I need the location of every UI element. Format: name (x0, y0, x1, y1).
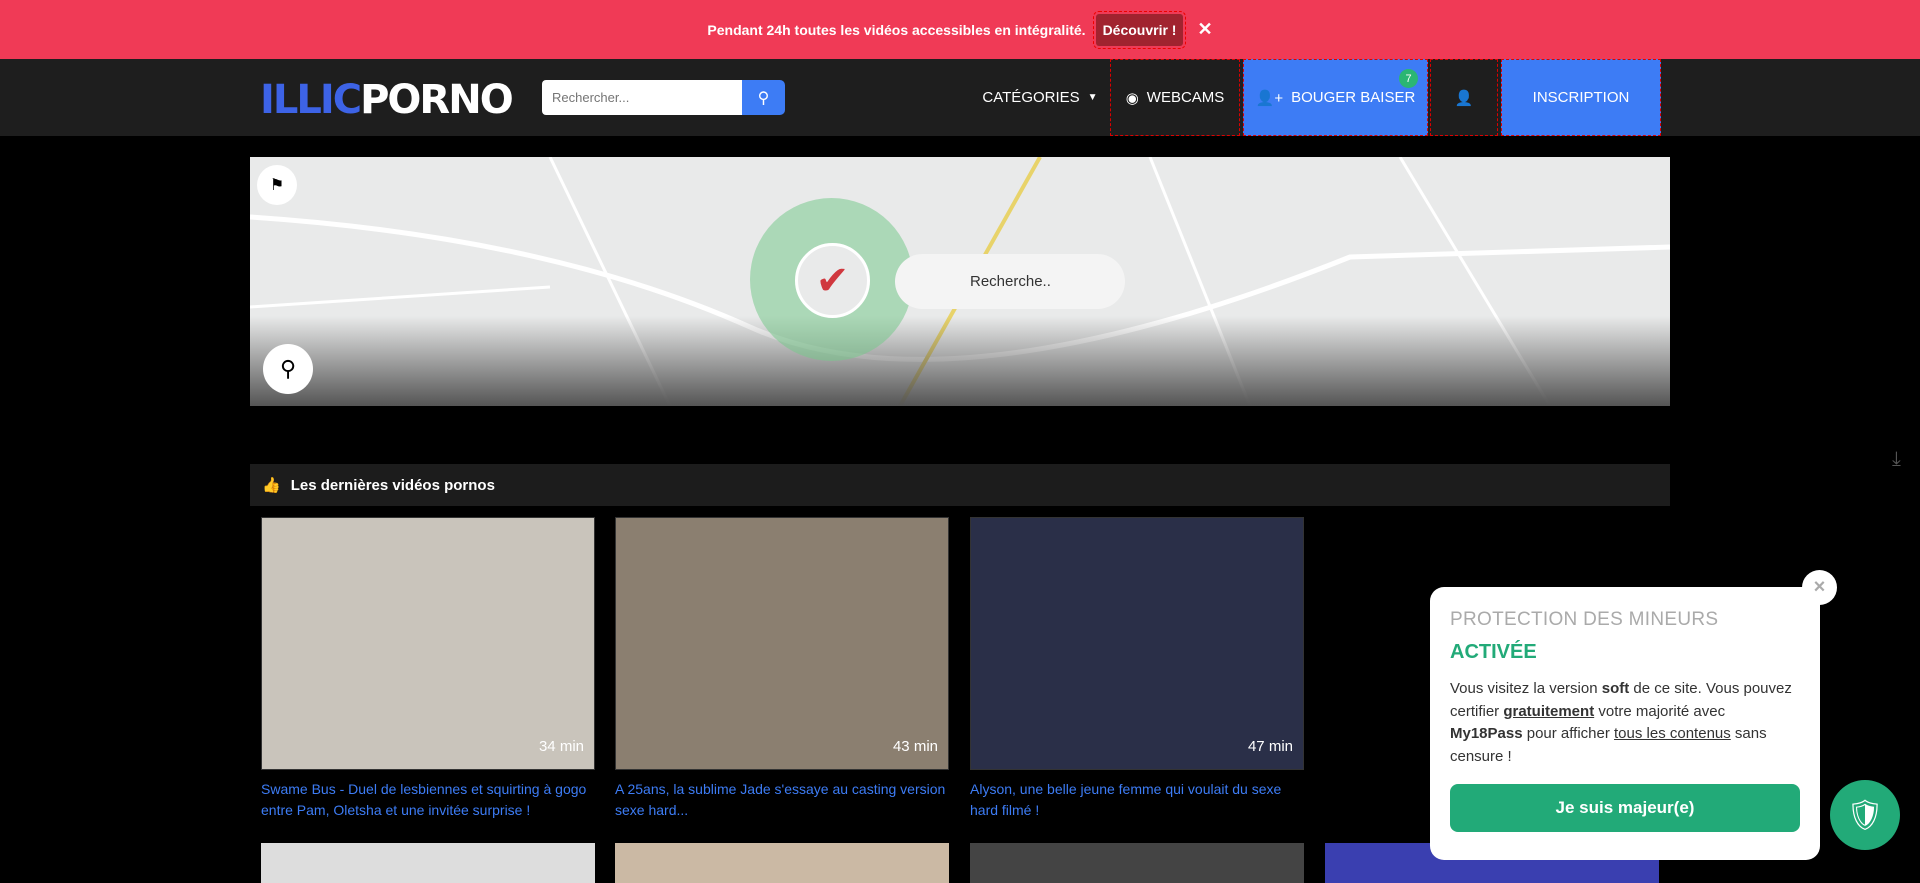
video-thumbnail[interactable] (261, 843, 595, 883)
search-form: ⚲ (542, 80, 785, 115)
caret-down-icon: ▼ (1087, 92, 1098, 103)
bouger-label: BOUGER BAISER (1291, 89, 1416, 106)
notification-badge: 7 (1399, 69, 1418, 88)
video-card[interactable]: 43 min A 25ans, la sublime Jade s'essaye… (615, 517, 949, 821)
location-pin-icon[interactable]: ✔ (795, 243, 870, 318)
promo-banner: Pendant 24h toutes les vidéos accessible… (0, 0, 1920, 59)
all-content-link[interactable]: tous les contenus (1614, 725, 1731, 742)
confirm-adult-button[interactable]: Je suis majeur(e) (1450, 784, 1800, 832)
search-icon: ⚲ (757, 89, 770, 107)
webcam-icon: ◉ (1125, 89, 1139, 107)
bouger-baiser-link[interactable]: 👤+ BOUGER BAISER 7 (1243, 59, 1428, 136)
map[interactable]: ✔ Recherche.. ⚑ ⚲ (250, 157, 1670, 406)
logo[interactable]: ILLICPORNO (260, 77, 514, 123)
video-card[interactable]: 47 min Alyson, une belle jeune femme qui… (970, 517, 1304, 821)
free-link[interactable]: gratuitement (1503, 703, 1594, 720)
inscription-button[interactable]: INSCRIPTION (1501, 59, 1661, 136)
duration: 34 min (538, 738, 584, 755)
promo-text: Pendant 24h toutes les vidéos accessible… (707, 21, 1086, 38)
account-button[interactable]: 👤 (1430, 59, 1498, 136)
flag-icon[interactable]: ⚑ (257, 165, 297, 205)
video-thumbnail[interactable]: 43 min (615, 517, 949, 770)
video-card[interactable]: 34 min Swame Bus - Duel de lesbiennes et… (261, 517, 595, 821)
video-thumbnail[interactable] (615, 843, 949, 883)
map-fade (250, 316, 1670, 406)
video-thumbnail[interactable] (970, 843, 1304, 883)
map-search-input[interactable]: Recherche.. (895, 254, 1125, 309)
webcams-link[interactable]: ◉ WEBCAMS (1110, 59, 1240, 136)
video-title[interactable]: A 25ans, la sublime Jade s'essaye au cas… (615, 779, 949, 821)
popup-heading: PROTECTION DES MINEURS (1450, 609, 1719, 630)
video-title[interactable]: Swame Bus - Duel de lesbiennes et squirt… (261, 779, 595, 821)
download-icon[interactable]: ⤓ (1892, 448, 1901, 471)
section-title: Les dernières vidéos pornos (290, 476, 495, 494)
age-protection-popup: PROTECTION DES MINEURS ACTIVÉE Vous visi… (1430, 587, 1820, 860)
user-plus-icon: 👤+ (1255, 89, 1284, 107)
popup-text: Vous visitez la version soft de ce site.… (1450, 680, 1792, 765)
navbar: ILLICPORNO ⚲ CATÉGORIES ▼ ◉ WEBCAMS 👤+ BOUG… (0, 59, 1920, 136)
zoom-search-icon[interactable]: ⚲ (263, 344, 313, 394)
user-icon: 👤 (1454, 89, 1474, 107)
thumbs-up-icon: 👍 (262, 477, 281, 494)
close-icon[interactable]: ✕ (1197, 19, 1212, 40)
shield-lock-icon[interactable]: 🛡 (1830, 780, 1900, 850)
video-thumbnail[interactable]: 47 min (970, 517, 1304, 770)
close-icon[interactable]: × (1802, 570, 1837, 605)
inscription-label: INSCRIPTION (1532, 89, 1630, 106)
video-thumbnail[interactable]: 34 min (261, 517, 595, 770)
categories-label: CATÉGORIES (982, 89, 1080, 106)
discover-button[interactable]: Découvrir ! (1092, 10, 1187, 49)
categories-menu[interactable]: CATÉGORIES ▼ (975, 59, 1105, 136)
duration: 47 min (1247, 738, 1293, 755)
video-title[interactable]: Alyson, une belle jeune femme qui voulai… (970, 779, 1304, 821)
duration: 43 min (892, 738, 938, 755)
section-header: 👍 Les dernières vidéos pornos (250, 464, 1670, 506)
search-button[interactable]: ⚲ (742, 80, 785, 115)
search-input[interactable] (542, 80, 742, 115)
webcams-label: WEBCAMS (1146, 89, 1225, 106)
popup-status: ACTIVÉE (1450, 641, 1537, 663)
